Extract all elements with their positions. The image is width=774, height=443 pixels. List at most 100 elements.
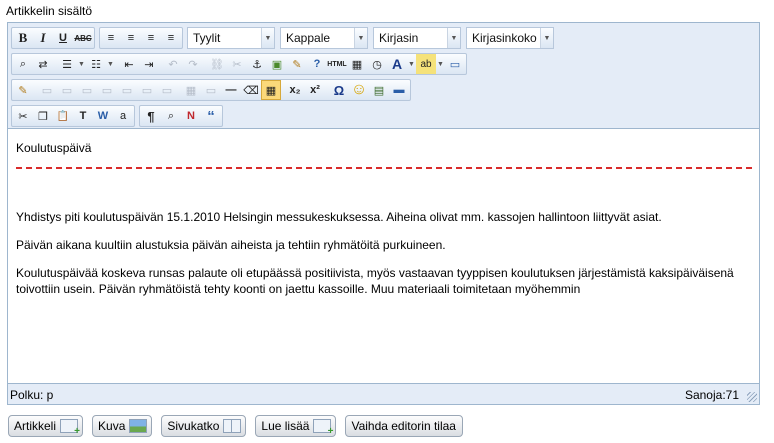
replace-icon[interactable]: ⇄ [33,54,53,74]
find-icon[interactable]: ⌕ [13,54,33,74]
pilcrow-icon[interactable]: ¶ [141,106,161,126]
clipboard-group: ✂ ❐ 📋 T W a [11,105,135,127]
toolbar-row-3: ✎ ▭ ▭ ▭ ▭ ▭ ▭ ▭ ▦ ▭ — ⌫ ▦ x₂ x² Ω ☺ ▤ ▬ [11,79,415,101]
paragraph: Koulutuspäivää koskeva runsas palaute ol… [16,266,734,296]
element-path: Polku: p [10,388,54,402]
chevron-down-icon[interactable]: ▼ [436,54,445,74]
subscript-icon[interactable]: x₂ [285,80,305,100]
align-justify-button[interactable]: ≡ [161,28,181,48]
bullet-list-icon[interactable]: ☰ [57,54,77,74]
blockquote-icon[interactable]: “ [201,106,221,126]
styles-select[interactable]: Tyylit ▼ [187,27,275,49]
highlight-color-icon[interactable]: ab [416,54,436,74]
insert-image-label: Kuva [98,419,126,433]
insert-col-after-icon[interactable]: ▭ [157,80,177,100]
page-break-button[interactable]: Sivukatko [161,415,247,437]
insert-time-icon[interactable]: ◷ [367,54,387,74]
format-select[interactable]: Kappale ▼ [280,27,368,49]
numbered-list-icon[interactable]: ☷ [86,54,106,74]
chevron-down-icon: ▼ [354,28,367,48]
ruler-icon[interactable]: ▬ [389,80,409,100]
row3-group: ✎ ▭ ▭ ▭ ▭ ▭ ▭ ▭ ▦ ▭ — ⌫ ▦ x₂ x² Ω ☺ ▤ ▬ [11,79,411,101]
row2-group: ⌕ ⇄ ☰ ▼ ☷ ▼ ⇤ ⇥ ↶ ↷ ⛓ ✂ ⚓ ▣ ✎ ? HTML ▦ ◷… [11,53,467,75]
font-size-select[interactable]: Kirjasinkoko ▼ [466,27,554,49]
insert-col-before-icon[interactable]: ▭ [137,80,157,100]
eraser-icon[interactable]: ⌫ [241,80,261,100]
superscript-icon[interactable]: x² [305,80,325,100]
toolbar-row-2: ⌕ ⇄ ☰ ▼ ☷ ▼ ⇤ ⇥ ↶ ↷ ⛓ ✂ ⚓ ▣ ✎ ? HTML ▦ ◷… [11,53,471,75]
select-all-icon[interactable]: a [113,106,133,126]
align-left-button[interactable]: ≡ [101,28,121,48]
italic-button[interactable]: I [33,28,53,48]
visual-aid-icon[interactable]: ▦ [261,80,281,100]
special-char-icon[interactable]: Ω [329,80,349,100]
undo-icon[interactable]: ↶ [163,54,183,74]
copy-icon[interactable]: ❐ [33,106,53,126]
split-cells-icon[interactable]: ▦ [181,80,201,100]
insert-image-button[interactable]: Kuva [92,415,153,437]
insert-article-button[interactable]: Artikkeli [8,415,84,437]
section-label: Artikkelin sisältö [6,4,93,18]
chevron-down-icon[interactable]: ▼ [106,54,115,74]
link-icon[interactable]: ⛓ [207,54,227,74]
alignment-group: ≡ ≡ ≡ ≡ [99,27,183,49]
page-break-icon [223,419,242,433]
underline-button[interactable]: U [53,28,73,48]
html-source-icon[interactable]: HTML [327,54,347,74]
text-color-icon[interactable]: A [387,54,407,74]
table-cell-props-icon[interactable]: ▭ [57,80,77,100]
cut-icon[interactable]: ✂ [13,106,33,126]
resize-grip-icon[interactable] [747,392,757,402]
table-row-props-icon[interactable]: ▭ [37,80,57,100]
article-title: Koulutuspäivä [16,141,92,155]
strikethrough-button[interactable]: ABC [73,28,93,48]
outdent-icon[interactable]: ⇤ [119,54,139,74]
horizontal-rule-icon[interactable]: — [221,80,241,100]
editor-statusbar: Polku: p Sanoja:71 [8,383,759,404]
merge-cells-icon[interactable]: ▭ [201,80,221,100]
toggle-editor-button[interactable]: Vaihda editorin tilaa [345,415,463,437]
emoticon-icon[interactable]: ☺ [349,80,369,100]
read-more-label: Lue lisää [261,419,310,433]
toolbar-row-4: ✂ ❐ 📋 T W a ¶ ⌕ N “ [11,105,227,127]
editor-toolbar: B I U ABC ≡ ≡ ≡ ≡ Tyylit ▼ Kappale ▼ Kir… [8,23,759,129]
chevron-down-icon: ▼ [261,28,274,48]
align-center-button[interactable]: ≡ [121,28,141,48]
image-icon[interactable]: ▣ [267,54,287,74]
preview-icon[interactable]: ⌕ [161,106,181,126]
indent-icon[interactable]: ⇥ [139,54,159,74]
fullscreen-icon[interactable]: ▭ [445,54,465,74]
read-more-button[interactable]: Lue lisää [255,415,337,437]
insert-row-before-icon[interactable]: ▭ [77,80,97,100]
editor-action-buttons: Artikkeli Kuva Sivukatko Lue lisää Vaihd… [8,415,472,437]
align-right-button[interactable]: ≡ [141,28,161,48]
picture-icon [129,419,148,433]
paragraph: Päivän aikana kuultiin alustuksia päivän… [16,238,446,252]
chevron-down-icon[interactable]: ▼ [77,54,86,74]
bold-button[interactable]: B [13,28,33,48]
paste-word-icon[interactable]: W [93,106,113,126]
font-select[interactable]: Kirjasin ▼ [373,27,461,49]
insert-row-after-icon[interactable]: ▭ [97,80,117,100]
delete-row-icon[interactable]: ▭ [117,80,137,100]
edit-icon[interactable]: ✎ [13,80,33,100]
chevron-down-icon: ▼ [540,28,553,48]
paragraph: Yhdistys piti koulutuspäivän 15.1.2010 H… [16,210,662,224]
format-select-value: Kappale [286,31,331,45]
help-icon[interactable]: ? [307,54,327,74]
nonbreaking-icon[interactable]: N [181,106,201,126]
paste-text-icon[interactable]: T [73,106,93,126]
cleanup-icon[interactable]: ✎ [287,54,307,74]
unlink-icon[interactable]: ✂ [227,54,247,74]
toggle-editor-label: Vaihda editorin tilaa [351,419,456,433]
editor-content-area[interactable]: Koulutuspäivä Yhdistys piti koulutuspäiv… [8,130,759,383]
insert-date-icon[interactable]: ▦ [347,54,367,74]
paste-icon[interactable]: 📋 [53,106,73,126]
word-count: Sanoja:71 [684,388,739,402]
chevron-down-icon[interactable]: ▼ [407,54,416,74]
media-icon[interactable]: ▤ [369,80,389,100]
redo-icon[interactable]: ↷ [183,54,203,74]
styles-select-value: Tyylit [193,31,221,45]
anchor-icon[interactable]: ⚓ [247,54,267,74]
rich-text-editor: B I U ABC ≡ ≡ ≡ ≡ Tyylit ▼ Kappale ▼ Kir… [7,22,760,405]
